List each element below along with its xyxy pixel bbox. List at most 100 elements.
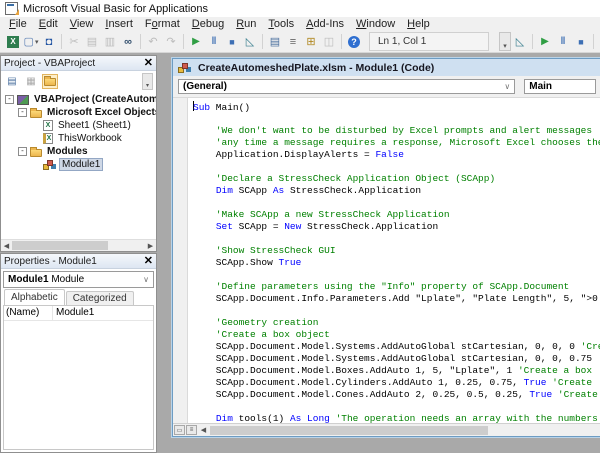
tab-alphabetic[interactable]: Alphabetic (4, 289, 65, 305)
tree-item-label: Sheet1 (Sheet1) (56, 120, 133, 131)
menu-run[interactable]: Run (230, 17, 262, 31)
toolbar-separator (532, 34, 533, 49)
code-line: Dim tools(1) As Long 'The operation need… (193, 413, 600, 423)
tree-item-label: Modules (45, 146, 90, 157)
tree-item-sheet1-sheet1[interactable]: XSheet1 (Sheet1) (1, 119, 156, 132)
tree-item-label: Microsoft Excel Objects (45, 107, 156, 118)
property-value-cell[interactable]: Module1 (53, 306, 153, 320)
scroll-right-icon[interactable]: ▶ (145, 242, 156, 250)
scroll-thumb[interactable] (12, 241, 108, 250)
menu-window[interactable]: Window (350, 17, 401, 31)
view-object-icon[interactable]: ▦ (23, 74, 39, 89)
object-dropdown[interactable]: (General) ∨ (178, 79, 515, 94)
menu-view[interactable]: View (64, 17, 100, 31)
menu-file[interactable]: File (3, 17, 33, 31)
tree-item-module1[interactable]: Module1 (1, 158, 156, 171)
tree-expander-icon[interactable]: - (5, 95, 14, 104)
project-explorer-panel: Project - VBAProject ✕ ▤▦ ▾ -VBAProject (… (0, 55, 157, 252)
debug-design-mode-icon[interactable]: ◺ (511, 33, 529, 50)
tree-expander-icon[interactable]: - (18, 147, 27, 156)
code-line: 'Geometry creation (193, 317, 600, 329)
toggle-folders-icon[interactable] (42, 74, 58, 89)
code-window-title-bar[interactable]: CreateAutomeshedPlate.xlsm - Module1 (Co… (173, 59, 600, 76)
tree-item-modules[interactable]: - Modules (1, 145, 156, 158)
help-icon[interactable]: ? (345, 33, 363, 50)
menu-tools[interactable]: Tools (262, 17, 300, 31)
save-icon[interactable]: ◘ (40, 33, 58, 50)
project-panel-toolbar: ▤▦ ▾ (1, 71, 156, 91)
scroll-left-icon[interactable]: ◀ (198, 426, 209, 434)
code-line: SCApp.Document.Info.Parameters.Add "Lpla… (193, 293, 600, 305)
procedure-view-button[interactable]: ▭ (174, 425, 185, 435)
procedure-dropdown[interactable]: Main (524, 79, 596, 94)
code-line: 'Define parameters using the "Info" prop… (193, 281, 600, 293)
sheet-icon: X (43, 120, 53, 131)
project-panel-title: Project - VBAProject (4, 58, 95, 69)
tab-categorized[interactable]: Categorized (66, 291, 134, 305)
tree-item-thisworkbook[interactable]: XThisWorkbook (1, 132, 156, 145)
toolbar-separator (183, 34, 184, 49)
code-line: SCApp.Document.Model.Systems.AddAutoGlob… (193, 353, 600, 365)
tree-expander-icon[interactable]: - (18, 108, 27, 117)
code-line (193, 197, 600, 209)
design-mode-icon[interactable]: ◺ (241, 33, 259, 50)
toolbox-icon[interactable]: ⊞ (302, 33, 320, 50)
breakpoint-margin[interactable] (173, 98, 188, 423)
scroll-left-icon[interactable]: ◀ (1, 242, 12, 250)
object-browser-icon: ◫ (320, 33, 338, 50)
menu-bar: FileEditViewInsertFormatDebugRunToolsAdd… (0, 17, 600, 31)
paste-icon: ▥ (101, 33, 119, 50)
object-dropdown-value: (General) (183, 81, 227, 92)
toolbar-options-overflow[interactable]: ▾ (499, 32, 511, 51)
view-microsoft-excel-icon[interactable]: X (4, 33, 22, 50)
project-tree: -VBAProject (CreateAutomeshedPlate.xlsm)… (1, 91, 156, 239)
properties-tabs: Alphabetic Categorized (1, 290, 156, 305)
menu-debug[interactable]: Debug (186, 17, 230, 31)
tree-item-label: Module1 (59, 158, 103, 171)
find-icon[interactable]: ∞ (119, 33, 137, 50)
code-line: Sub Main() (193, 101, 600, 113)
copy-icon: ▤ (83, 33, 101, 50)
undo-icon: ↶ (144, 33, 162, 50)
code-text-area[interactable]: Sub Main() 'We don't want to be disturbe… (188, 98, 600, 423)
debug-break-icon[interactable]: ‖ (554, 33, 572, 50)
run-macro-icon[interactable]: ▶ (187, 33, 205, 50)
menu-format[interactable]: Format (139, 17, 186, 31)
code-line: 'Declare a StressCheck Application Objec… (193, 173, 600, 185)
project-explorer-icon[interactable]: ▤ (266, 33, 284, 50)
menu-help[interactable]: Help (401, 17, 436, 31)
properties-object-select[interactable]: Module1 Module ∨ (3, 271, 154, 288)
code-line: Application.DisplayAlerts = False (193, 149, 600, 161)
view-code-icon[interactable]: ▤ (4, 74, 20, 89)
code-horizontal-scrollbar[interactable]: ▭ ≡ ◀ (173, 423, 600, 436)
project-horizontal-scrollbar[interactable]: ◀ ▶ (1, 239, 156, 251)
toolbar: X▢▾◘✂▤▥∞↶↷▶‖■◺▤≡⊞◫?Ln 1, Col 1▾◺▶‖■●↳▭ (0, 31, 600, 53)
code-line (193, 401, 600, 413)
code-line: SCApp.Document.Model.Cones.AddAuto 2, 0.… (193, 389, 600, 401)
code-line (193, 113, 600, 125)
procedure-dropdown-value: Main (529, 81, 552, 92)
tree-item-vbaproject-createautomeshedplate-xlsm[interactable]: -VBAProject (CreateAutomeshedPlate.xlsm) (1, 93, 156, 106)
toolbar-separator (341, 34, 342, 49)
debug-run-icon[interactable]: ▶ (536, 33, 554, 50)
menu-addins[interactable]: Add-Ins (300, 17, 350, 31)
properties-panel-close-icon[interactable]: ✕ (144, 256, 153, 267)
code-window-combo-row: (General) ∨ Main (173, 76, 600, 98)
code-window: CreateAutomeshedPlate.xlsm - Module1 (Co… (172, 58, 600, 437)
insert-userform-icon[interactable]: ▢▾ (22, 33, 40, 50)
reset-icon[interactable]: ■ (223, 33, 241, 50)
scroll-thumb[interactable] (210, 426, 488, 435)
project-toolbar-overflow[interactable]: ▾ (142, 73, 153, 90)
code-line: Dim SCApp As StressCheck.Application (193, 185, 600, 197)
property-row[interactable]: (Name) Module1 (4, 306, 153, 321)
debug-reset-icon[interactable]: ■ (572, 33, 590, 50)
dropdown-caret-icon[interactable]: ▾ (35, 38, 39, 46)
code-line: SCApp.Document.Model.Systems.AddAutoGlob… (193, 341, 600, 353)
menu-insert[interactable]: Insert (99, 17, 139, 31)
properties-window-icon[interactable]: ≡ (284, 33, 302, 50)
full-module-view-button[interactable]: ≡ (186, 425, 197, 435)
tree-item-microsoft-excel-objects[interactable]: - Microsoft Excel Objects (1, 106, 156, 119)
project-panel-close-icon[interactable]: ✕ (144, 58, 153, 69)
menu-edit[interactable]: Edit (33, 17, 64, 31)
break-icon[interactable]: ‖ (205, 33, 223, 50)
